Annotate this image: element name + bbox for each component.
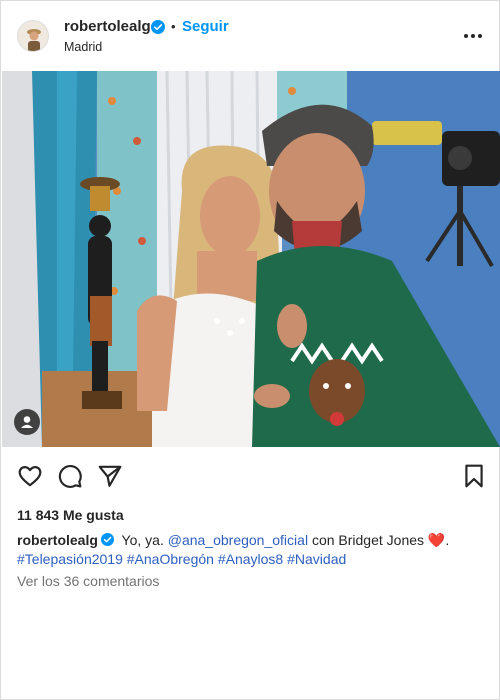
caption-mention[interactable]: @ana_obregon_oficial <box>168 532 308 548</box>
caption: robertolealg Yo, ya. @ana_obregon_oficia… <box>17 532 449 549</box>
post-photo[interactable] <box>2 71 500 447</box>
photo-illustration <box>2 71 500 447</box>
post-header: robertolealg • Seguir Madrid <box>1 1 500 71</box>
paper-plane-icon[interactable] <box>97 463 123 489</box>
likes-label: Me gusta <box>62 507 124 523</box>
view-comments-link[interactable]: Ver los 36 comentarios <box>17 573 159 589</box>
more-options-icon[interactable] <box>461 29 485 43</box>
hashtag[interactable]: #Navidad <box>287 551 346 567</box>
verified-badge-icon <box>151 20 165 34</box>
hashtag[interactable]: #AnaObregón <box>127 551 214 567</box>
caption-period: . <box>445 532 450 548</box>
post-card: robertolealg • Seguir Madrid 11 843 Me g… <box>0 0 500 700</box>
likes-number: 11 843 <box>17 507 60 523</box>
comment-icon[interactable] <box>57 463 83 489</box>
bookmark-icon[interactable] <box>461 463 487 489</box>
caption-text-after: con Bridget Jones <box>308 532 428 548</box>
likes-count[interactable]: 11 843 Me gusta <box>17 507 124 523</box>
caption-hashtags: #Telepasión2019 #AnaObregón #Anaylos8 #N… <box>17 551 346 567</box>
heart-icon[interactable] <box>17 463 43 489</box>
hashtag[interactable]: #Anaylos8 <box>218 551 283 567</box>
heart-emoji: ❤️ <box>427 532 446 548</box>
avatar[interactable] <box>17 20 49 52</box>
follow-button[interactable]: Seguir <box>182 18 229 35</box>
separator-dot: • <box>171 19 176 34</box>
post-username[interactable]: robertolealg <box>64 18 151 35</box>
caption-text-before: Yo, ya. <box>117 532 168 548</box>
user-tag-icon[interactable] <box>14 409 40 435</box>
post-location[interactable]: Madrid <box>64 40 102 54</box>
verified-badge-icon <box>100 533 114 546</box>
hashtag[interactable]: #Telepasión2019 <box>17 551 123 567</box>
caption-username[interactable]: robertolealg <box>17 532 98 548</box>
